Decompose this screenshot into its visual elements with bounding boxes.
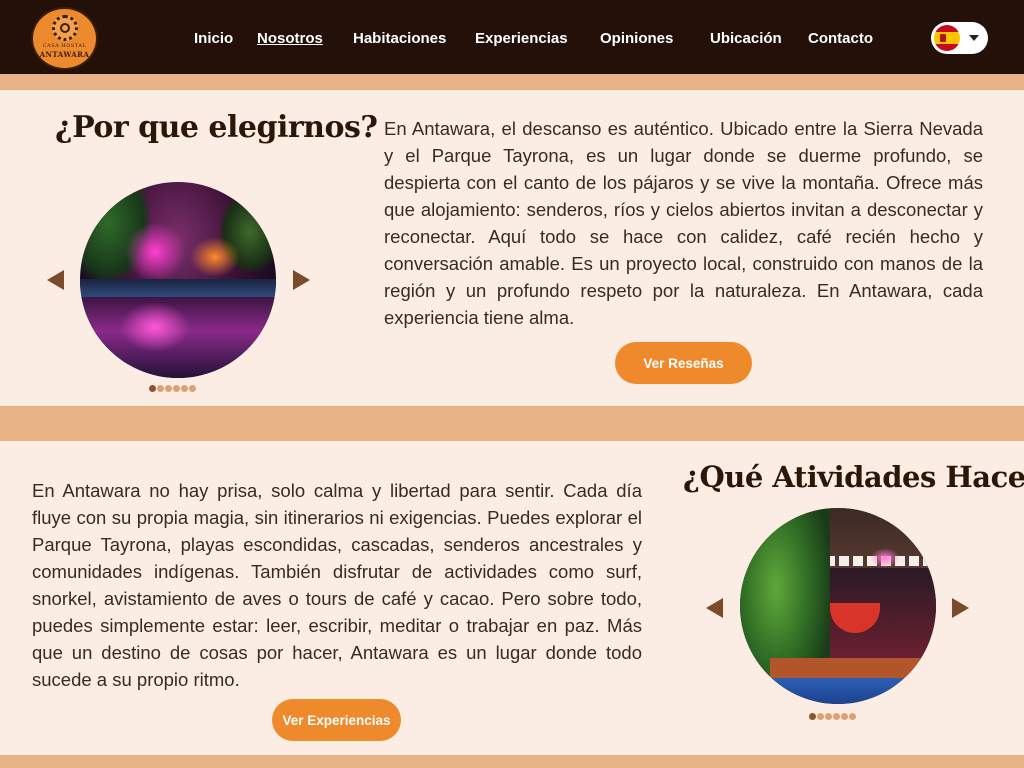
logo-subtitle: CASA HOSTAL — [42, 43, 87, 49]
logo-emblem-icon — [52, 15, 78, 41]
nav-opiniones[interactable]: Opiniones — [600, 29, 673, 49]
hostel-photo-garden-terrace — [740, 508, 936, 704]
carousel-dot[interactable] — [849, 713, 856, 720]
carousel-prev-arrow-icon[interactable] — [47, 270, 64, 290]
ver-experiencias-button[interactable]: Ver Experiencias — [272, 699, 401, 741]
carousel-dot[interactable] — [833, 713, 840, 720]
top-navbar: CASA HOSTAL ANTAWARA Inicio Nosotros Hab… — [0, 0, 1024, 74]
nav-habitaciones[interactable]: Habitaciones — [353, 29, 446, 49]
logo-name: ANTAWARA — [39, 50, 90, 59]
carousel-dot[interactable] — [841, 713, 848, 720]
section-divider-bottom — [0, 755, 1024, 768]
carousel-next-arrow-icon[interactable] — [293, 270, 310, 290]
section-divider-top — [0, 74, 1024, 90]
nav-nosotros[interactable]: Nosotros — [257, 29, 323, 49]
chevron-down-icon — [969, 35, 979, 41]
carousel-dots — [809, 713, 856, 721]
nav-experiencias[interactable]: Experiencias — [475, 29, 568, 49]
section-why-title: ¿Por que elegirnos? — [55, 110, 378, 145]
section-activities-description: En Antawara no hay prisa, solo calma y l… — [32, 480, 642, 690]
section-why-description: En Antawara, el descanso es auténtico. U… — [384, 118, 983, 328]
carousel-dot[interactable] — [817, 713, 824, 720]
carousel-dot[interactable] — [809, 713, 816, 720]
carousel-dot[interactable] — [173, 385, 180, 392]
nav-ubicacion[interactable]: Ubicación — [710, 29, 782, 49]
ver-resenas-button[interactable]: Ver Reseñas — [615, 342, 752, 384]
carousel-dot[interactable] — [157, 385, 164, 392]
carousel-dot[interactable] — [189, 385, 196, 392]
nav-contacto[interactable]: Contacto — [808, 29, 873, 49]
carousel-dot[interactable] — [165, 385, 172, 392]
hostel-photo-night-pool — [80, 182, 276, 378]
section-activities-title: ¿Qué Atividades Hacer? — [683, 460, 1024, 494]
nav-inicio[interactable]: Inicio — [194, 29, 233, 49]
carousel-dots — [149, 385, 196, 393]
carousel-dot[interactable] — [825, 713, 832, 720]
carousel-prev-arrow-icon[interactable] — [706, 598, 723, 618]
section-divider-middle — [0, 406, 1024, 441]
carousel-dot[interactable] — [149, 385, 156, 392]
site-logo[interactable]: CASA HOSTAL ANTAWARA — [31, 7, 98, 70]
spain-flag-icon — [934, 25, 960, 51]
carousel-dot[interactable] — [181, 385, 188, 392]
language-selector[interactable] — [931, 22, 988, 54]
carousel-next-arrow-icon[interactable] — [952, 598, 969, 618]
